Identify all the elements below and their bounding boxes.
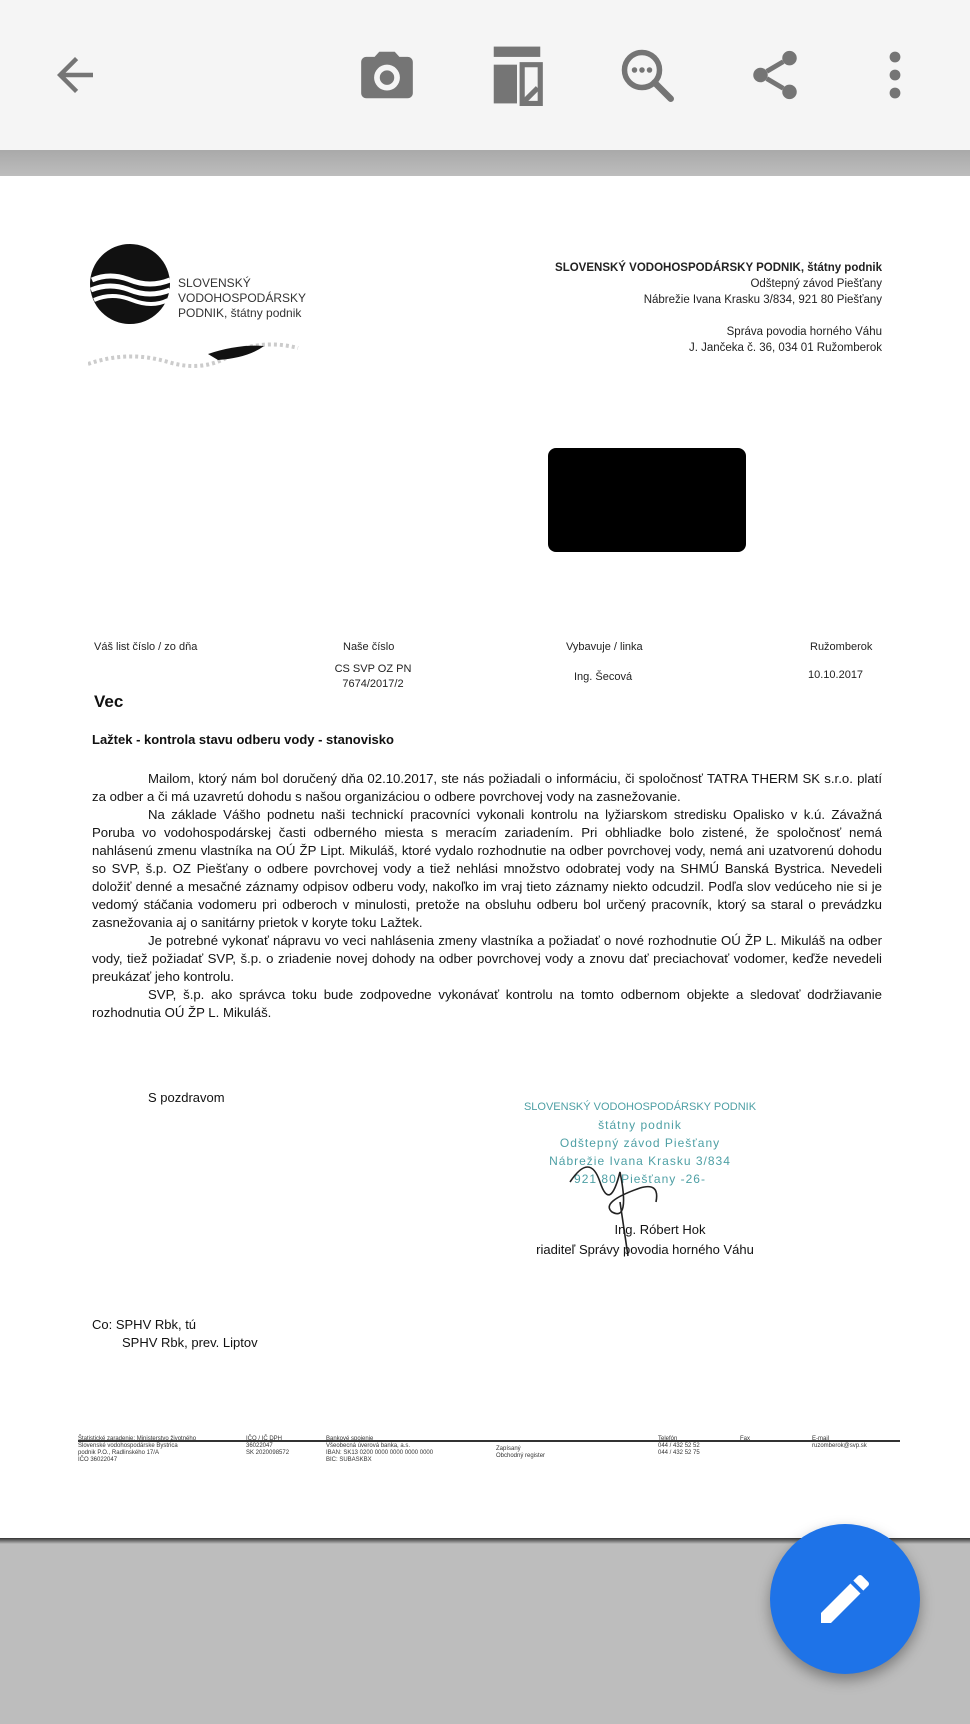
crop-icon[interactable] [482,40,552,110]
app-toolbar [0,0,970,150]
footer-col-registered: Zapísaný Obchodný register [496,1446,546,1459]
paragraph: Je potrebné vykonať nápravu vo veci nahl… [92,933,882,984]
footer-col-fax: Fax [740,1436,751,1442]
copy-to: Co: SPHV Rbk, tú SPHV Rbk, prev. Liptov [92,1317,258,1350]
document-page: SLOVENSKÝ VODOHOSPODÁRSKY PODNIK, štátny… [0,176,970,1540]
redacted-recipient [548,448,746,552]
footer-col-registration: Štatistické zaradenie: Ministerstvo živo… [78,1436,197,1463]
signer-block: Ing. Róbert Hok riaditeľ Správy povodia … [536,1222,754,1257]
footer-col-phone: Telefón 044 / 432 52 52 044 / 432 52 75 [658,1436,700,1456]
closing: S pozdravom [148,1090,225,1105]
toolbar-shadow [0,150,970,176]
more-vert-icon[interactable] [870,40,920,110]
ref-our-number: CS SVP OZ PN 7674/2017/2 [334,663,412,690]
paragraph: Mailom, ktorý nám bol doručený dňa 02.10… [92,771,882,804]
ref-handled-by: Ing. Šecová [574,671,633,683]
ref-header-your-letter: Váš list číslo / zo dňa [94,641,198,653]
camera-icon[interactable] [352,40,422,110]
share-icon[interactable] [740,40,810,110]
footer-col-bank: Bankové spojenie Všeobecná úverová banka… [326,1436,434,1463]
arrow-left-icon[interactable] [40,40,110,110]
ref-header-our-number: Naše číslo [343,641,395,653]
subject-heading: Vec [94,692,124,711]
edit-button[interactable] [770,1524,920,1674]
footer-divider [78,1440,900,1442]
footer-col-email: E-mail ruzomberok@svp.sk [812,1436,867,1449]
logo-text: SLOVENSKÝ VODOHOSPODÁRSKY PODNIK, štátny… [178,276,307,320]
footer-col-ico: IČO / IČ DPH 36022047 SK 2020098572 [246,1436,290,1456]
paragraph: Na základe Vášho podnetu naši technickí … [92,807,882,930]
paragraph: SVP, š.p. ako správca toku bude zodpoved… [92,987,882,1020]
pencil-icon [821,1574,869,1623]
ref-header-place: Ružomberok [810,641,873,653]
ref-header-handled-by: Vybavuje / linka [566,641,643,653]
search-more-icon[interactable] [612,40,682,110]
ref-date: 10.10.2017 [808,669,864,681]
sender-address: SLOVENSKÝ VODOHOSPODÁRSKY PODNIK, štátny… [555,262,882,354]
subject-line: Lažtek - kontrola stavu odberu vody - st… [92,732,394,747]
letter-body: Mailom, ktorý nám bol doručený dňa 02.10… [92,770,882,1022]
